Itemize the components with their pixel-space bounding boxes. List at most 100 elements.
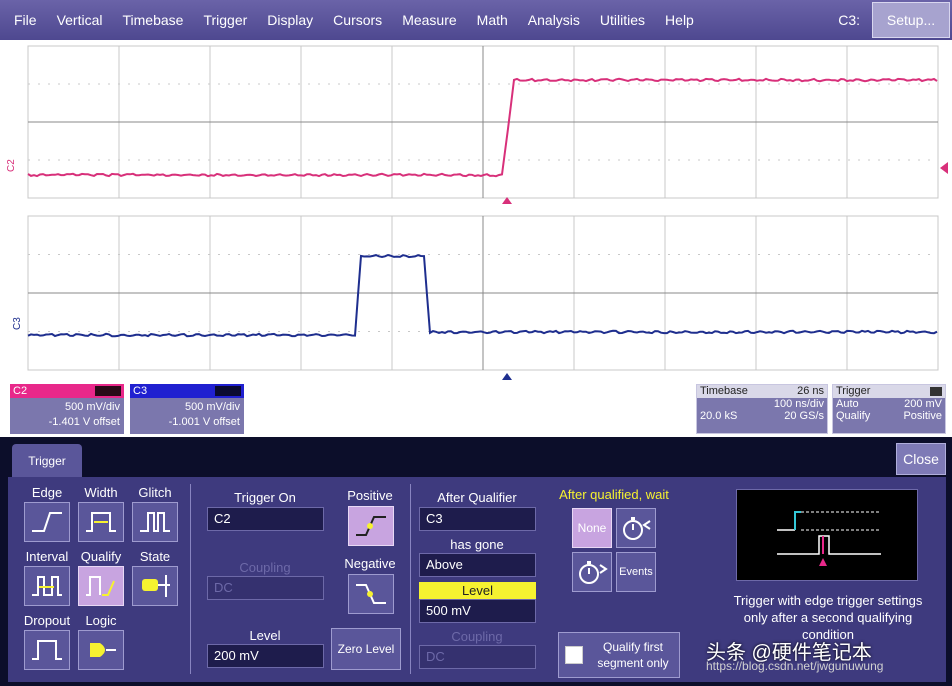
trigger-mode-icon [930,387,942,396]
trigger-position-marker-bottom [502,373,512,380]
trigger-mode: Auto [836,398,859,410]
level-label: Level [249,628,281,643]
glitch-trigger-button[interactable] [132,502,178,542]
qualify-first-checkbox[interactable] [565,646,583,664]
level-field[interactable]: 200 mV [207,644,324,668]
qualifier-level-label: Level [419,582,536,599]
menu-file[interactable]: File [0,0,47,40]
state-trigger-button[interactable] [132,566,178,606]
stopwatch-less-icon [623,517,651,540]
wait-events-button[interactable]: Events [616,552,656,592]
positive-label: Positive [347,488,393,503]
wait-time-button[interactable] [616,508,656,548]
menu-utilities[interactable]: Utilities [590,0,655,40]
channel-box-c3-head: C3 [130,384,244,398]
channel-box-c3-name: C3 [133,385,148,397]
wait-time-greater-button[interactable] [572,552,612,592]
trigger-type: Qualify [836,410,871,422]
trace-label-c3: C3 [12,317,23,330]
setup-button[interactable]: Setup... [872,2,950,38]
has-gone-field[interactable]: Above [419,553,536,577]
logic-gate-icon [90,643,116,657]
after-qualifier-field[interactable]: C3 [419,507,536,531]
menu-display[interactable]: Display [257,0,323,40]
width-trigger-button[interactable] [78,502,124,542]
timebase-box[interactable]: Timebase 26 ns 100 ns/div 20.0 kS 20 GS/s [696,384,828,434]
timebase-samples: 20.0 kS [700,410,738,422]
tab-trigger[interactable]: Trigger [12,444,82,478]
menu-vertical[interactable]: Vertical [47,0,113,40]
timebase-row-1: 100 ns/div [697,398,827,410]
label-dropout: Dropout [23,613,71,628]
channel-box-c3-scale: 500 mV/div [184,401,240,413]
menu-bar: File Vertical Timebase Trigger Display C… [0,0,952,40]
qualify-trigger-button[interactable] [78,566,124,606]
dropout-trigger-button[interactable] [24,630,70,670]
falling-edge-icon [356,584,386,604]
has-gone-label: has gone [450,537,504,552]
trigger-info-box[interactable]: Trigger Auto 200 mV Qualify Positive [832,384,946,434]
timebase-rate: 20 GS/s [784,410,824,422]
qualify-icon [86,576,115,596]
active-channel-label: C3: [838,12,860,28]
positive-slope-button[interactable] [348,506,394,546]
label-state: State [139,549,171,564]
trigger-info-title: Trigger [836,385,871,397]
negative-slope-button[interactable] [348,574,394,614]
trace-grid-c3: C3 [12,215,939,380]
trigger-info-head: Trigger [833,385,945,398]
menu-timebase[interactable]: Timebase [112,0,193,40]
label-glitch: Glitch [138,485,172,500]
watermark-url: https://blog.csdn.net/jwgunuwung [706,659,884,673]
menu-cursors[interactable]: Cursors [323,0,392,40]
edge-trigger-button[interactable] [24,502,70,542]
channel-box-c3-offset: -1.001 V offset [168,416,240,428]
menu-help[interactable]: Help [655,0,704,40]
menu-math[interactable]: Math [467,0,518,40]
trigger-info-row-1: Auto 200 mV [833,398,945,410]
label-logic: Logic [85,613,117,628]
label-qualify: Qualify [80,549,122,564]
timebase-box-head: Timebase 26 ns [697,385,827,398]
channel-box-c2-head: C2 [10,384,124,398]
trace-grid-c2: C2 [6,45,948,204]
timebase-title: Timebase [700,385,748,397]
separator [190,484,191,674]
close-button[interactable]: Close [896,443,946,475]
trigger-on-field[interactable]: C2 [207,507,324,531]
channel-box-c2-body: 500 mV/div -1.401 V offset [10,398,124,434]
after-qualifier-label: After Qualifier [437,490,517,505]
edge-icon [32,512,62,532]
negative-label: Negative [344,556,396,571]
qualifier-level-field[interactable]: 500 mV [419,599,536,623]
trace-label-c2: C2 [6,159,17,172]
timebase-delay: 26 ns [797,385,824,397]
wait-none-button[interactable]: None [572,508,612,548]
qualify-first-label: Qualify first segment only [597,640,669,670]
interval-trigger-button[interactable] [24,566,70,606]
qualify-first-segment-control[interactable]: Qualify first segment only [558,632,680,678]
channel-color-swatch [215,386,241,396]
trigger-level: 200 mV [904,398,942,410]
timebase-row-2: 20.0 kS 20 GS/s [697,410,827,422]
trigger-on-label: Trigger On [234,490,296,505]
trace-c2-level-marker [940,162,948,174]
channel-box-c3-body: 500 mV/div -1.001 V offset [130,398,244,434]
menu-analysis[interactable]: Analysis [518,0,590,40]
coupling-field: DC [207,576,324,600]
channel-box-c3[interactable]: C3 500 mV/div -1.001 V offset [130,384,244,434]
logic-trigger-button[interactable] [78,630,124,670]
stopwatch-greater-icon [579,561,608,584]
menu-measure[interactable]: Measure [392,0,466,40]
zero-level-button[interactable]: Zero Level [331,628,401,670]
channel-box-c2[interactable]: C2 500 mV/div -1.401 V offset [10,384,124,434]
trigger-diagram-icon [777,511,881,566]
width-icon [86,512,116,532]
label-width: Width [84,485,118,500]
rising-edge-icon [356,516,386,536]
menu-trigger[interactable]: Trigger [193,0,257,40]
channel-color-swatch [95,386,121,396]
dropout-icon [32,640,62,660]
state-icon [142,575,170,597]
label-edge: Edge [31,485,63,500]
